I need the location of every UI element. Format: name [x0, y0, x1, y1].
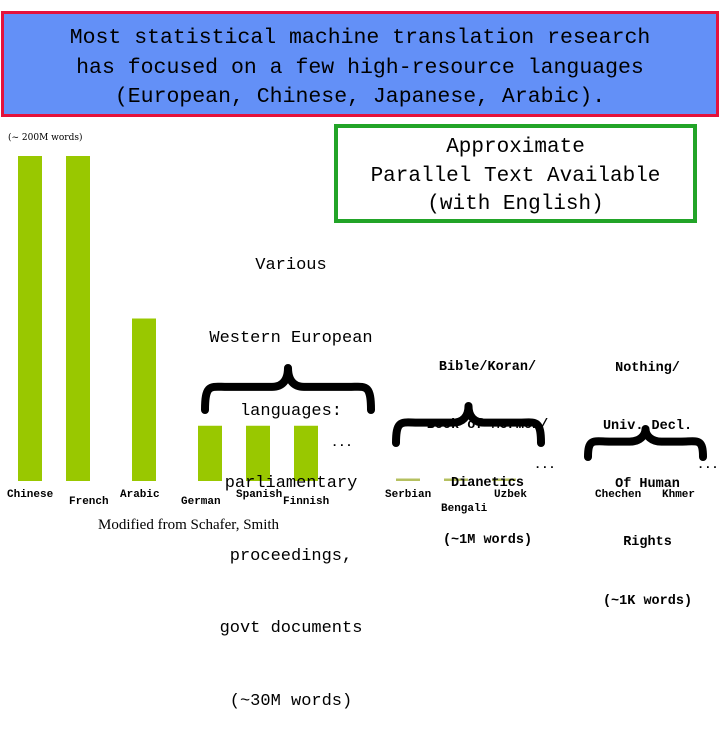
category-label-serbian: Serbian: [385, 489, 432, 501]
group-3-line: Nothing/: [615, 360, 680, 376]
category-label-spanish: Spanish: [236, 489, 283, 501]
bar-arabic: [132, 318, 156, 481]
category-label-khmer: Khmer: [662, 489, 696, 501]
category-label-arabic: Arabic: [120, 489, 160, 501]
group-2-line: Book of Mormon/: [426, 418, 549, 434]
group-2-line: (~1M words): [442, 533, 533, 549]
source-credit: Modified from Schafer, Smith: [98, 517, 280, 533]
group-3-line: (~1K words): [602, 593, 693, 609]
group-1-line: Various: [255, 256, 327, 276]
group-label-human-rights: Nothing/ Univ. Decl. Of Human Rights (~1…: [585, 320, 710, 631]
group-label-western-european: Various Western European languages: parl…: [186, 206, 396, 738]
group-1-line: parliamentary: [224, 474, 358, 494]
category-label-uzbek: Uzbek: [494, 489, 528, 501]
category-label-french: French: [69, 496, 109, 508]
group-label-religious-texts: Bible/Koran/ Book of Mormon/ Dianetics (…: [395, 320, 580, 570]
category-label-chechen: Chechen: [595, 489, 642, 501]
bar-chinese: [18, 156, 42, 481]
group-2-line: Bible/Koran/: [438, 360, 537, 376]
chart-title-line-1: Approximate: [446, 136, 585, 159]
category-label-finnish: Finnish: [283, 496, 330, 508]
group-2-more: ...: [534, 458, 556, 472]
group-1-line: languages:: [239, 401, 343, 421]
group-1-line: Western European: [209, 329, 373, 349]
group-3-line: Rights: [623, 535, 672, 551]
category-label-german: German: [181, 496, 221, 508]
bar-french: [66, 156, 90, 481]
group-3-more: ...: [697, 458, 719, 472]
group-1-line: govt documents: [219, 619, 363, 639]
group-1-line: (~30M words): [229, 692, 353, 712]
chart-title-line-2: Parallel Text Available: [370, 164, 661, 188]
category-label-chinese: Chinese: [7, 489, 54, 501]
category-label-bengali: Bengali: [441, 503, 488, 515]
group-3-line: Univ. Decl.: [602, 419, 693, 435]
group-1-line: proceedings,: [229, 546, 353, 566]
group-1-more: ...: [331, 436, 353, 450]
